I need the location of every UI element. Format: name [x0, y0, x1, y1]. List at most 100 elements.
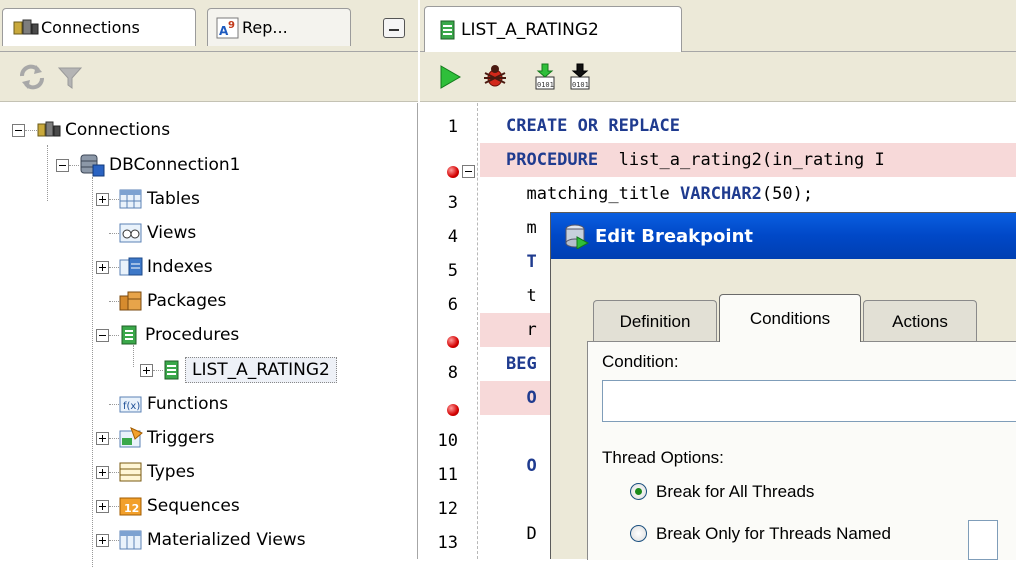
code-text: r [506, 320, 537, 340]
tree-node-types[interactable]: Types [96, 457, 195, 487]
procedures-icon [121, 325, 137, 345]
breakpoint-icon[interactable] [447, 166, 459, 178]
svg-text:0101: 0101 [537, 81, 554, 89]
tree-node-sequences[interactable]: 12 Sequences [96, 491, 240, 521]
expand-icon[interactable] [96, 192, 109, 206]
line-number: 12 [437, 499, 458, 519]
expand-icon[interactable] [96, 431, 109, 445]
tree-node-packages[interactable]: Packages [96, 286, 226, 316]
tree-node-label: Functions [147, 394, 229, 414]
breakpoint-icon[interactable] [447, 336, 459, 348]
triggers-icon [119, 427, 143, 448]
line-number: 8 [447, 363, 458, 383]
tree-node-label: LIST_A_RATING2 [185, 357, 337, 383]
expand-icon[interactable] [96, 533, 109, 547]
compile-icon[interactable]: 0101 [532, 63, 558, 91]
collapse-icon[interactable] [56, 158, 69, 172]
expand-icon[interactable] [96, 499, 109, 513]
line-number-gutter[interactable]: 1 3 4 5 6 8 10 11 12 13 [420, 103, 478, 559]
code-text: m [506, 218, 537, 238]
code-text: list_a_rating2(in_rating I [598, 150, 885, 170]
navigator-toolbar [0, 52, 418, 102]
procedure-icon [440, 20, 455, 39]
tree-connector [109, 198, 119, 200]
tab-conditions[interactable]: Conditions [719, 294, 861, 342]
tab-definition[interactable]: Definition [593, 300, 717, 342]
tree-node-connections[interactable]: Connections [12, 115, 170, 145]
code-line: matching_title VARCHAR2(50); [480, 177, 1016, 211]
code-keyword: PROCEDURE [506, 150, 599, 170]
database-connection-icon [80, 154, 105, 177]
tab-reports[interactable]: A 9 Rep... [207, 8, 351, 46]
tree-connector [109, 471, 119, 473]
breakpoint-icon[interactable] [447, 404, 459, 416]
tree-node-indexes[interactable]: Indexes [96, 252, 213, 282]
svg-text:f(x): f(x) [123, 401, 140, 412]
editor-tab-bar: LIST_A_RATING2 [420, 0, 1016, 52]
refresh-icon[interactable] [18, 64, 46, 90]
expand-icon[interactable] [96, 260, 109, 274]
expand-icon[interactable] [140, 363, 153, 377]
compile-debug-icon[interactable]: 0101 [567, 63, 593, 91]
tree-node-functions[interactable]: f(x) Functions [96, 389, 228, 419]
condition-input[interactable] [602, 380, 1016, 422]
code-line-breakpoint: PROCEDURE list_a_rating2(in_rating I [480, 143, 1016, 177]
tree-node-tables[interactable]: Tables [96, 184, 200, 214]
tree-node-label: Materialized Views [147, 530, 306, 550]
breakpoint-dialog-icon [565, 224, 589, 249]
code-keyword: CREATE OR REPLACE [506, 116, 680, 136]
tree-connector [109, 505, 119, 507]
tree-node-label: Tables [147, 189, 200, 209]
run-icon[interactable] [438, 64, 462, 90]
tree-connector [25, 129, 37, 131]
tree-node-triggers[interactable]: Triggers [96, 423, 215, 453]
materialized-views-icon [119, 530, 142, 550]
code-text: matching_title [506, 184, 680, 204]
line-number: 10 [437, 431, 458, 451]
edit-breakpoint-dialog: Edit Breakpoint Definition Conditions Ac… [550, 212, 1016, 560]
expand-icon[interactable] [96, 465, 109, 479]
code-text: t [506, 286, 537, 306]
tab-list-a-rating2[interactable]: LIST_A_RATING2 [424, 6, 682, 52]
filter-icon[interactable] [58, 66, 82, 90]
thread-name-input[interactable] [968, 520, 998, 560]
break-named-threads-radio[interactable] [630, 525, 647, 542]
tree-connector [109, 437, 119, 439]
break-all-threads-label[interactable]: Break for All Threads [656, 482, 814, 502]
dialog-title-bar[interactable]: Edit Breakpoint [551, 213, 1016, 259]
tab-actions[interactable]: Actions [863, 300, 977, 342]
break-all-threads-radio[interactable] [630, 483, 647, 500]
tree-node-views[interactable]: Views [96, 218, 196, 248]
tree-connector [109, 334, 119, 336]
tree-connector [109, 539, 119, 541]
tree-node-label: Triggers [147, 428, 215, 448]
line-number: 11 [437, 465, 458, 485]
tree-node-procedures[interactable]: Procedures [96, 320, 239, 350]
tree-node-materialized-views[interactable]: Materialized Views [96, 525, 306, 555]
editor-toolbar: 0101 0101 [420, 52, 1016, 102]
connections-navigator: Connections A 9 Rep... Connections DBCon… [0, 0, 418, 567]
sequences-icon: 12 [119, 497, 142, 516]
break-named-threads-label[interactable]: Break Only for Threads Named [656, 524, 891, 544]
editor-tab-label: LIST_A_RATING2 [461, 19, 599, 40]
code-keyword: O [506, 388, 537, 408]
condition-label-text: Condition: [602, 352, 679, 371]
tree-node-dbconnection1[interactable]: DBConnection1 [56, 150, 240, 180]
tab-connections[interactable]: Connections [2, 8, 196, 46]
tab-connections-label: Connections [41, 18, 140, 37]
procedure-icon [164, 360, 179, 380]
line-number: 6 [447, 295, 458, 315]
code-keyword: VARCHAR2 [680, 184, 762, 204]
connections-tree: Connections DBConnection1 Tables Views I… [0, 103, 418, 567]
types-icon [119, 462, 142, 482]
collapse-icon[interactable] [96, 328, 109, 342]
functions-icon: f(x) [119, 396, 142, 413]
tree-node-list-a-rating2[interactable]: LIST_A_RATING2 [140, 355, 337, 385]
tree-node-label: DBConnection1 [109, 155, 241, 175]
minimize-button[interactable] [383, 18, 405, 38]
code-text: D [506, 524, 537, 544]
fold-collapse-icon[interactable] [462, 165, 475, 178]
collapse-icon[interactable] [12, 123, 25, 137]
code-line: CREATE OR REPLACE [480, 109, 1016, 143]
debug-icon[interactable] [482, 63, 508, 89]
